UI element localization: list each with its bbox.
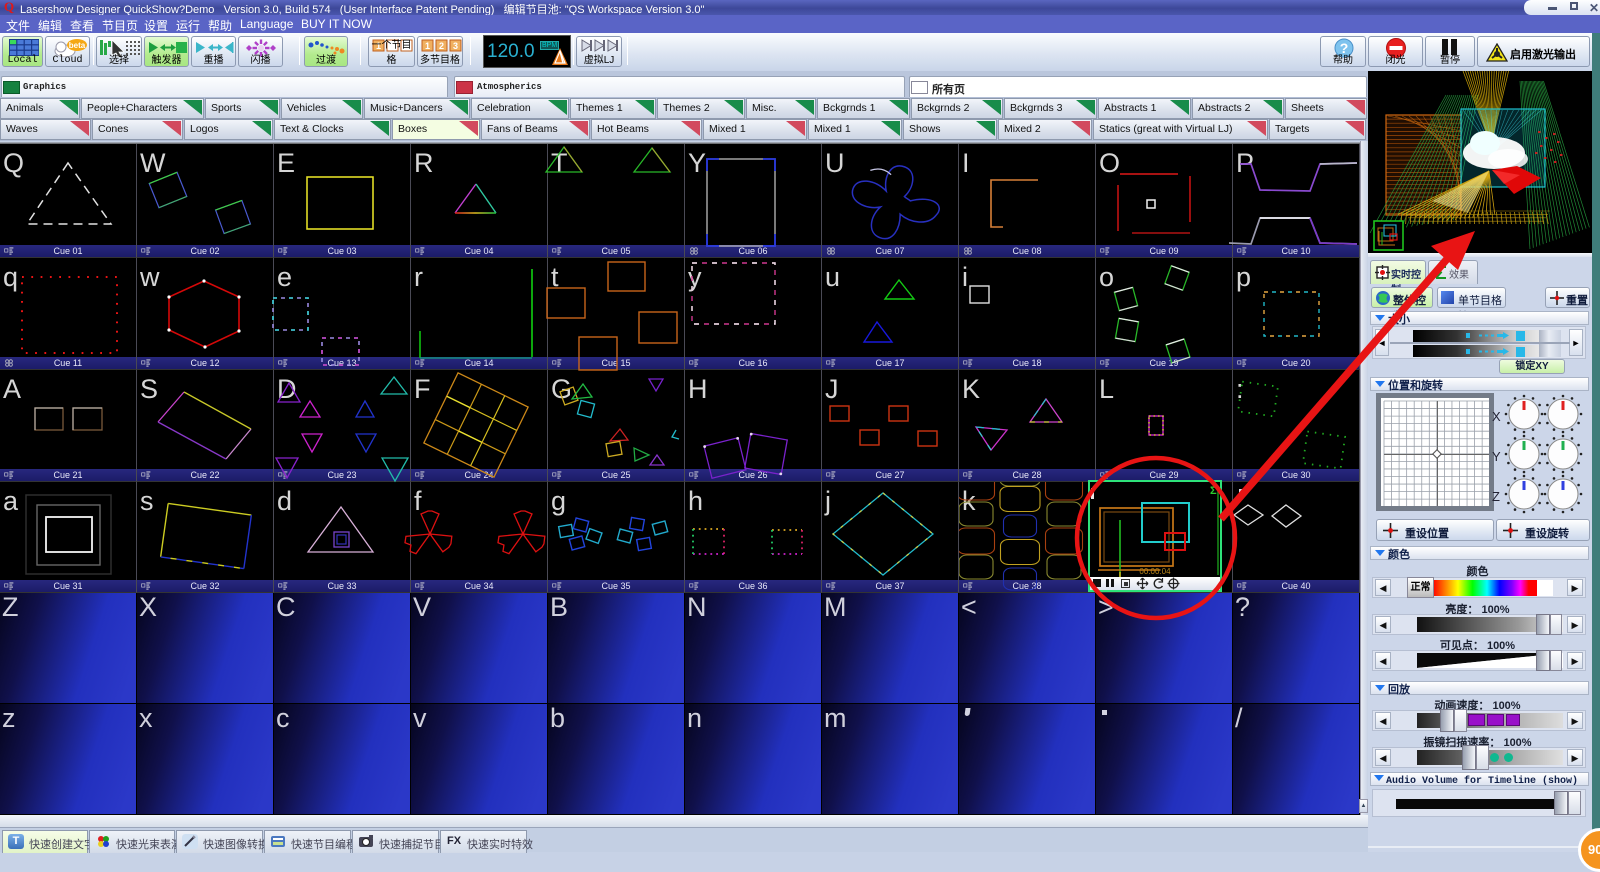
svg-text:2: 2: [439, 41, 444, 51]
svg-text:00:00:04: 00:00:04: [1139, 567, 1171, 576]
svg-text:Σ: Σ: [1210, 485, 1217, 497]
svg-text:3: 3: [453, 41, 458, 51]
svg-text:beta: beta: [69, 41, 86, 50]
svg-text:1: 1: [425, 41, 430, 51]
